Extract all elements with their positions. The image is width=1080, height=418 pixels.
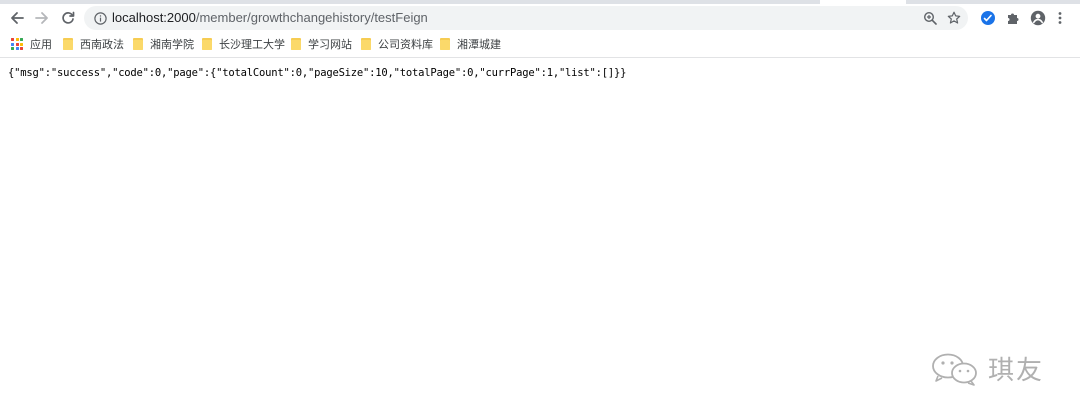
extension-button[interactable] [978, 8, 998, 28]
apps-grid-icon [11, 38, 23, 50]
profile-icon [1030, 10, 1046, 26]
folder-icon [63, 38, 73, 50]
browser-menu-button[interactable] [1053, 8, 1067, 28]
forward-button[interactable] [32, 8, 52, 28]
zoom-button[interactable] [922, 10, 938, 26]
folder-icon [440, 38, 450, 50]
bookmark-apps[interactable]: 应用 [11, 36, 52, 52]
bookmark-label: 西南政法 [80, 39, 124, 51]
bookmark-folder[interactable]: 学习网站 [291, 36, 352, 52]
watermark: 琪友 [930, 350, 1044, 387]
extensions-menu-button[interactable] [1003, 8, 1023, 28]
json-response-text: {"msg":"success","code":0,"page":{"total… [8, 67, 627, 79]
bookmark-folder[interactable]: 湘南学院 [133, 36, 194, 52]
forward-arrow-icon [35, 12, 48, 24]
wechat-icon [932, 353, 977, 386]
reload-icon [62, 11, 75, 24]
bookmark-folder[interactable]: 公司资料库 [361, 36, 433, 52]
site-info-button[interactable] [92, 10, 108, 26]
folder-icon [133, 38, 143, 50]
bookmark-label: 长沙理工大学 [219, 39, 285, 51]
url-host: localhost:2000 [112, 10, 196, 25]
back-button[interactable] [7, 8, 27, 28]
back-arrow-icon [11, 12, 24, 24]
bookmark-star-button[interactable] [946, 10, 962, 26]
info-icon [93, 11, 107, 25]
bookmark-label: 湘潭城建 [457, 39, 501, 51]
bookmark-label: 应用 [30, 39, 52, 51]
url-text[interactable]: localhost:2000/member/growthchangehistor… [112, 10, 428, 26]
bookmarks-bar: 应用 西南政法 湘南学院 长沙理工大学 学习网站 公司资料库 湘潭城建 [0, 31, 1080, 58]
tab-strip-edge [906, 0, 1080, 4]
folder-icon [361, 38, 371, 50]
address-bar[interactable]: localhost:2000/member/growthchangehistor… [84, 6, 968, 30]
folder-icon [202, 38, 212, 50]
bookmark-folder[interactable]: 西南政法 [63, 36, 124, 52]
star-icon [947, 11, 961, 24]
puzzle-icon [1008, 13, 1019, 24]
url-path: /member/growthchangehistory/testFeign [195, 10, 428, 25]
bookmark-folder[interactable]: 长沙理工大学 [202, 36, 285, 52]
kebab-menu-icon [1058, 12, 1062, 24]
bookmark-folder[interactable]: 湘潭城建 [440, 36, 501, 52]
bookmark-label: 公司资料库 [378, 39, 433, 51]
folder-icon [291, 38, 301, 50]
zoom-icon [923, 11, 937, 25]
watermark-text: 琪友 [988, 356, 1045, 386]
reload-button[interactable] [58, 8, 78, 28]
extension-icon [981, 11, 995, 25]
bookmark-label: 湘南学院 [150, 39, 194, 51]
profile-button[interactable] [1028, 8, 1048, 28]
bookmark-label: 学习网站 [308, 39, 352, 51]
tab-strip-edge [0, 0, 820, 4]
